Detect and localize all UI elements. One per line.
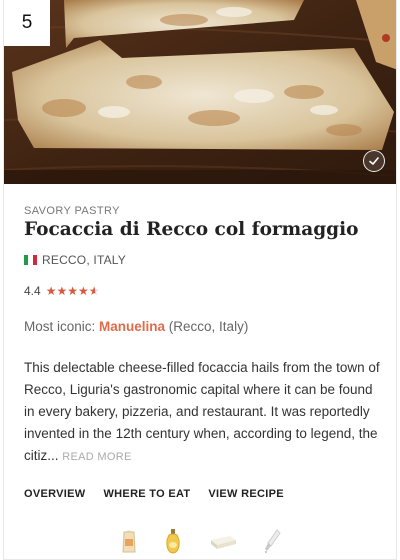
flour-bag-icon[interactable] xyxy=(114,526,144,556)
dish-tabs: OVERVIEW WHERE TO EAT VIEW RECIPE xyxy=(24,488,302,500)
tab-view-recipe[interactable]: VIEW RECIPE xyxy=(208,488,283,500)
dish-category: Savory pastry xyxy=(24,205,120,217)
star-icon: ★ xyxy=(67,284,78,298)
star-icon: ★ xyxy=(56,284,68,298)
cheese-block-icon[interactable] xyxy=(208,526,238,556)
focaccia-image xyxy=(4,0,396,184)
star-rating: ★ ★ ★ ★ ★ xyxy=(46,285,100,297)
most-iconic-label: Most iconic: xyxy=(24,319,100,334)
star-icon: ★ xyxy=(45,284,57,298)
description-text: This delectable cheese-filled focaccia h… xyxy=(24,360,380,463)
italy-flag-icon xyxy=(24,255,37,265)
dish-title[interactable]: Focaccia di Recco col formaggio xyxy=(24,219,358,240)
origin-label: Recco, Italy xyxy=(42,253,126,267)
read-more-link[interactable]: READ MORE xyxy=(62,451,131,463)
dish-card: 5 Savory pastry Focaccia di Recco col fo… xyxy=(3,0,397,560)
ingredient-icons xyxy=(114,526,294,556)
tab-where-to-eat[interactable]: WHERE TO EAT xyxy=(104,488,191,500)
iconic-restaurant-link[interactable]: Manuelina xyxy=(99,319,165,334)
olive-oil-bottle-icon[interactable] xyxy=(158,526,188,556)
star-icon: ★ xyxy=(88,284,100,298)
star-icon: ★ xyxy=(77,284,89,298)
tab-overview[interactable]: OVERVIEW xyxy=(24,488,86,500)
dish-description: This delectable cheese-filled focaccia h… xyxy=(24,357,386,468)
salt-shaker-icon[interactable] xyxy=(258,526,288,556)
most-iconic: Most iconic: Manuelina (Recco, Italy) xyxy=(24,319,248,334)
rating-value: 4.4 xyxy=(24,284,41,298)
checkmark-icon[interactable] xyxy=(363,150,385,172)
rating: 4.4 ★ ★ ★ ★ ★ xyxy=(24,284,100,298)
dish-origin[interactable]: Recco, Italy xyxy=(24,253,126,267)
iconic-location: (Recco, Italy) xyxy=(165,319,249,334)
rank-badge: 5 xyxy=(4,0,50,46)
dish-photo[interactable]: 5 xyxy=(4,0,396,184)
